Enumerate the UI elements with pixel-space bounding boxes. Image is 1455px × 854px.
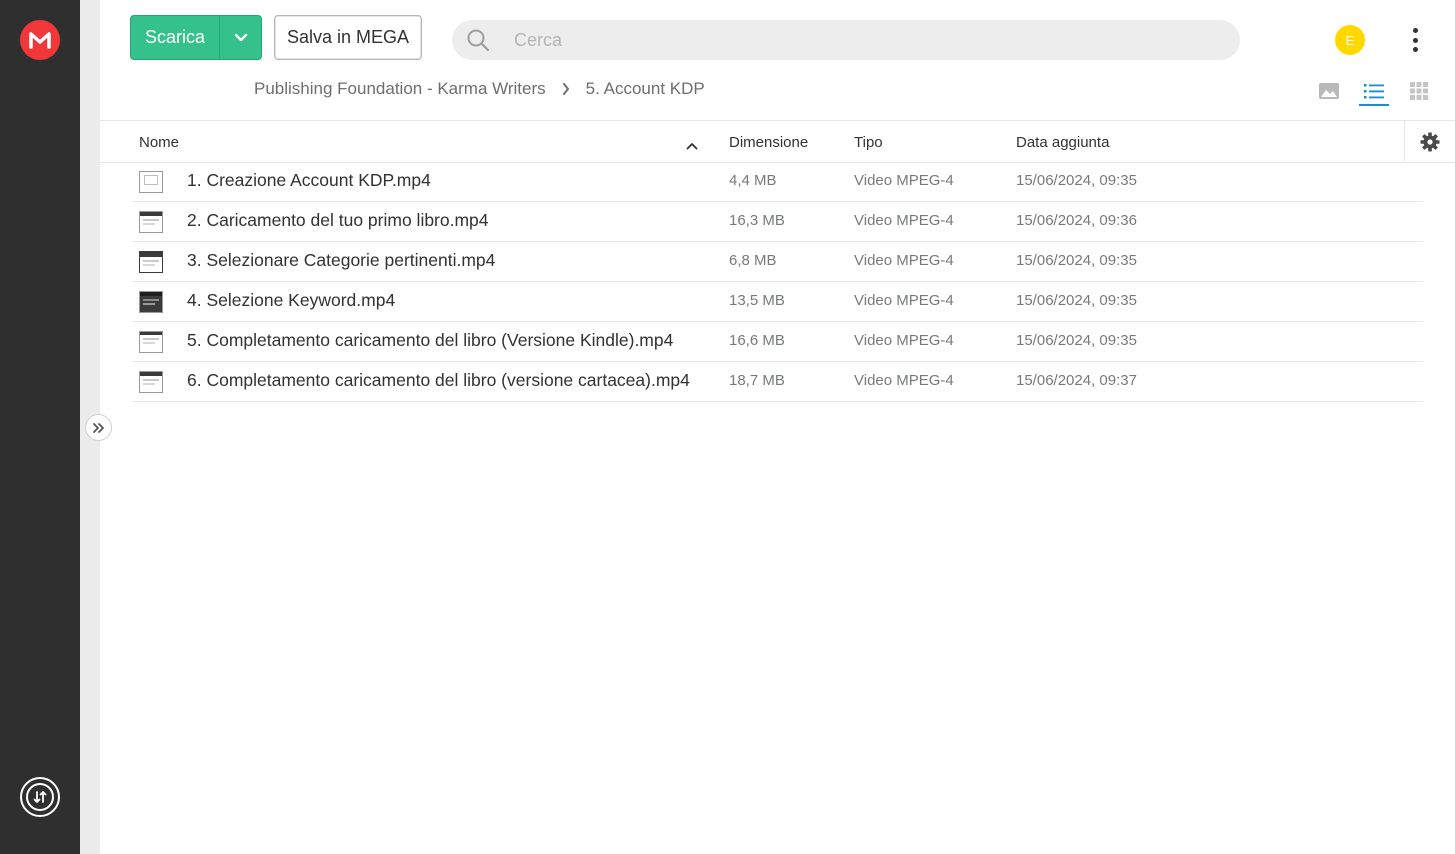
download-button[interactable]: Scarica — [130, 15, 262, 60]
thumbnail-view-icon[interactable] — [1317, 79, 1341, 103]
transfer-icon — [26, 783, 54, 811]
video-thumbnail-icon — [139, 251, 163, 273]
column-header-size[interactable]: Dimensione — [729, 134, 808, 151]
left-sidebar — [0, 0, 80, 854]
gear-icon — [1420, 132, 1440, 152]
save-to-mega-button[interactable]: Salva in MEGA — [274, 15, 422, 60]
sort-ascending-icon[interactable] — [686, 137, 698, 154]
file-date: 15/06/2024, 09:37 — [1016, 372, 1137, 389]
file-date: 15/06/2024, 09:35 — [1016, 172, 1137, 189]
video-thumbnail-icon — [139, 371, 163, 393]
main-panel: Scarica Salva in MEGA E Publishing Found… — [100, 0, 1455, 854]
grid-view-icon[interactable] — [1407, 79, 1431, 103]
avatar[interactable]: E — [1335, 25, 1365, 55]
list-view-icon[interactable] — [1362, 79, 1386, 103]
table-row[interactable]: 2. Caricamento del tuo primo libro.mp4 1… — [133, 202, 1423, 242]
column-header-date[interactable]: Data aggiunta — [1016, 134, 1109, 151]
column-header-type[interactable]: Tipo — [854, 134, 883, 151]
more-options-button[interactable] — [1405, 28, 1425, 52]
file-list: 1. Creazione Account KDP.mp4 4,4 MB Vide… — [133, 162, 1423, 402]
active-view-indicator — [1359, 104, 1389, 106]
file-name: 4. Selezione Keyword.mp4 — [187, 290, 396, 310]
file-name: 2. Caricamento del tuo primo libro.mp4 — [187, 210, 489, 230]
file-type: Video MPEG-4 — [854, 292, 954, 309]
download-options-dropdown[interactable] — [220, 33, 261, 43]
download-button-label: Scarica — [144, 27, 206, 47]
dot-icon — [1412, 47, 1418, 52]
file-size: 4,4 MB — [729, 172, 777, 189]
file-name: 5. Completamento caricamento del libro (… — [187, 330, 674, 350]
chevron-right-icon — [562, 83, 570, 95]
mega-m-icon — [29, 32, 51, 49]
file-date: 15/06/2024, 09:36 — [1016, 212, 1137, 229]
table-row[interactable]: 4. Selezione Keyword.mp4 13,5 MB Video M… — [133, 282, 1423, 322]
breadcrumb-item-parent[interactable]: Publishing Foundation - Karma Writers — [254, 79, 546, 99]
file-size: 16,3 MB — [729, 212, 785, 229]
file-name: 3. Selezionare Categorie pertinenti.mp4 — [187, 250, 496, 270]
breadcrumb-item-current[interactable]: 5. Account KDP — [586, 79, 705, 99]
dot-icon — [1412, 37, 1418, 43]
file-date: 15/06/2024, 09:35 — [1016, 252, 1137, 269]
video-thumbnail-icon — [139, 211, 163, 233]
table-row[interactable]: 3. Selezionare Categorie pertinenti.mp4 … — [133, 242, 1423, 282]
file-size: 18,7 MB — [729, 372, 785, 389]
search-icon — [467, 29, 490, 52]
file-type: Video MPEG-4 — [854, 212, 954, 229]
column-settings-button[interactable] — [1404, 121, 1455, 163]
file-size: 6,8 MB — [729, 252, 777, 269]
video-thumbnail-icon — [139, 171, 163, 193]
transfer-manager-button[interactable] — [20, 777, 60, 817]
file-date: 15/06/2024, 09:35 — [1016, 292, 1137, 309]
file-type: Video MPEG-4 — [854, 372, 954, 389]
video-thumbnail-icon — [139, 291, 163, 313]
file-type: Video MPEG-4 — [854, 252, 954, 269]
file-name: 6. Completamento caricamento del libro (… — [187, 370, 690, 390]
file-type: Video MPEG-4 — [854, 332, 954, 349]
breadcrumb: Publishing Foundation - Karma Writers 5.… — [254, 79, 705, 99]
column-header-name[interactable]: Nome — [139, 134, 179, 151]
table-header: Nome Dimensione Tipo Data aggiunta — [100, 120, 1455, 163]
table-row[interactable]: 1. Creazione Account KDP.mp4 4,4 MB Vide… — [133, 162, 1423, 202]
search-input[interactable] — [514, 29, 1114, 51]
file-type: Video MPEG-4 — [854, 172, 954, 189]
file-date: 15/06/2024, 09:35 — [1016, 332, 1137, 349]
file-size: 16,6 MB — [729, 332, 785, 349]
table-row[interactable]: 5. Completamento caricamento del libro (… — [133, 322, 1423, 362]
search-bar[interactable] — [452, 20, 1240, 60]
dot-icon — [1412, 28, 1418, 33]
video-thumbnail-icon — [139, 331, 163, 353]
mega-logo[interactable] — [20, 20, 60, 60]
table-row[interactable]: 6. Completamento caricamento del libro (… — [133, 362, 1423, 402]
file-size: 13,5 MB — [729, 292, 785, 309]
file-name: 1. Creazione Account KDP.mp4 — [187, 170, 431, 190]
chevron-down-icon — [234, 33, 247, 41]
